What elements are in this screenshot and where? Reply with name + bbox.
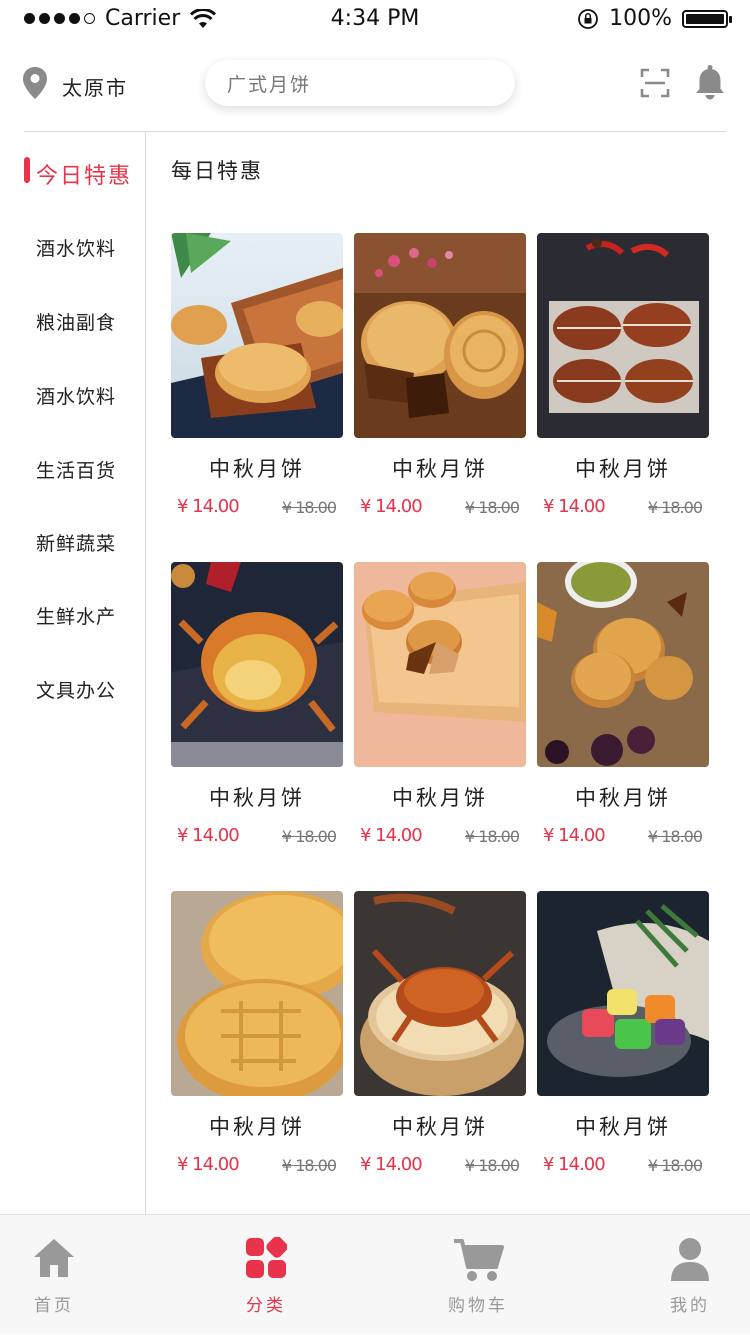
product-image [171,562,343,767]
search-input[interactable]: 广式月饼 [205,60,515,106]
product-card[interactable]: 中秋月饼 ¥ 14.00 ¥ 18.00 [537,891,709,1191]
product-price: ¥ 14.00 [360,825,423,846]
scan-icon[interactable] [640,68,670,98]
product-card[interactable]: 中秋月饼 ¥ 14.00 ¥ 18.00 [354,562,526,862]
tab-category[interactable]: 分类 [206,1215,326,1335]
product-image [171,891,343,1096]
product-price: ¥ 14.00 [360,496,423,517]
product-price: ¥ 14.00 [543,825,606,846]
product-card[interactable]: 中秋月饼 ¥ 14.00 ¥ 18.00 [354,233,526,533]
product-name: 中秋月饼 [575,786,671,810]
product-name: 中秋月饼 [209,1115,305,1139]
product-image [354,891,526,1096]
search-placeholder: 广式月饼 [227,73,312,96]
user-icon [671,1238,709,1281]
tab-home-label: 首页 [34,1296,74,1316]
product-price: ¥ 14.00 [177,1154,240,1175]
home-icon [34,1239,74,1277]
product-original-price: ¥ 18.00 [281,827,337,846]
tab-home[interactable]: 首页 [0,1215,114,1335]
cart-icon [454,1239,504,1281]
product-name: 中秋月饼 [392,786,488,810]
product-image [537,891,709,1096]
product-card[interactable]: 中秋月饼 ¥ 14.00 ¥ 18.00 [171,891,343,1191]
category-icon [246,1237,287,1278]
product-card[interactable]: 中秋月饼 ¥ 14.00 ¥ 18.00 [171,562,343,862]
tab-cart-label: 购物车 [448,1296,508,1316]
location-label: 太原市 [62,76,128,100]
battery-status: 100% [577,6,732,31]
sidebar-item-drinks-2[interactable]: 酒水饮料 [36,382,116,409]
product-price: ¥ 14.00 [543,496,606,517]
product-original-price: ¥ 18.00 [464,1156,520,1175]
product-price: ¥ 14.00 [177,496,240,517]
tab-cart[interactable]: 购物车 [418,1215,538,1335]
active-indicator [24,157,30,183]
category-sidebar: 今日特惠 酒水饮料 粮油副食 酒水饮料 生活百货 新鲜蔬菜 生鲜水产 文具办公 [0,132,146,1214]
tab-profile[interactable]: 我的 [630,1215,750,1335]
top-bar: 太原市 广式月饼 [0,40,750,132]
bell-icon[interactable] [694,64,726,100]
product-original-price: ¥ 18.00 [464,498,520,517]
product-card[interactable]: 中秋月饼 ¥ 14.00 ¥ 18.00 [537,233,709,533]
sidebar-item-seafood[interactable]: 生鲜水产 [36,602,116,629]
product-original-price: ¥ 18.00 [464,827,520,846]
battery-percent: 100% [609,6,672,31]
product-card[interactable]: 中秋月饼 ¥ 14.00 ¥ 18.00 [354,891,526,1191]
battery-icon [682,9,732,28]
product-image [537,562,709,767]
product-name: 中秋月饼 [392,457,488,481]
status-bar: Carrier 4:34 PM 100% [0,0,750,40]
sidebar-item-vegetables[interactable]: 新鲜蔬菜 [36,529,116,556]
product-image [354,562,526,767]
location-pin-icon [23,66,47,99]
product-image [537,233,709,438]
product-original-price: ¥ 18.00 [281,498,337,517]
bottom-tab-bar: 首页 分类 购物车 我的 [0,1214,750,1334]
sidebar-item-today-deals[interactable]: 今日特惠 [36,158,132,190]
product-card[interactable]: 中秋月饼 ¥ 14.00 ¥ 18.00 [537,562,709,862]
tab-category-label: 分类 [246,1296,286,1316]
product-original-price: ¥ 18.00 [647,827,703,846]
location-selector[interactable]: 太原市 [22,64,128,101]
product-name: 中秋月饼 [575,457,671,481]
product-image [171,233,343,438]
sidebar-item-drinks[interactable]: 酒水饮料 [36,234,116,261]
product-name: 中秋月饼 [392,1115,488,1139]
product-price: ¥ 14.00 [543,1154,606,1175]
product-original-price: ¥ 18.00 [647,1156,703,1175]
product-price: ¥ 14.00 [360,1154,423,1175]
section-title: 每日特惠 [171,159,263,183]
product-card[interactable]: 中秋月饼 ¥ 14.00 ¥ 18.00 [171,233,343,533]
product-name: 中秋月饼 [209,786,305,810]
orientation-lock-icon [578,8,598,29]
sidebar-item-stationery[interactable]: 文具办公 [36,676,116,703]
product-original-price: ¥ 18.00 [281,1156,337,1175]
product-name: 中秋月饼 [209,457,305,481]
product-name: 中秋月饼 [575,1115,671,1139]
tab-profile-label: 我的 [670,1296,710,1316]
product-price: ¥ 14.00 [177,825,240,846]
product-original-price: ¥ 18.00 [647,498,703,517]
product-image [354,233,526,438]
sidebar-item-daily-goods[interactable]: 生活百货 [36,456,116,483]
sidebar-item-grain-oil[interactable]: 粮油副食 [36,308,116,335]
